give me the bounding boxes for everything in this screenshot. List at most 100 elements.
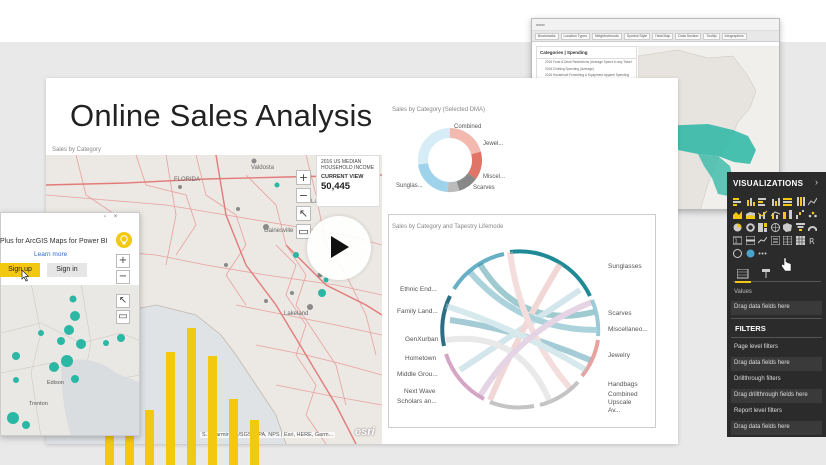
ribbon-tab[interactable]: Infographics <box>721 33 747 40</box>
donut-label-combined: Combined <box>454 124 482 130</box>
ribbon-tab[interactable]: Tooltip <box>703 33 720 40</box>
clustered-column-icon[interactable] <box>771 197 780 206</box>
table-icon[interactable] <box>783 236 792 245</box>
browser-address-bar[interactable]: www <box>532 19 779 31</box>
categories-panel-title: Categories | Spending <box>537 47 636 59</box>
chord-left-label: Ethnic End... <box>400 286 437 293</box>
report-filters-drop-zone[interactable]: Drag data fields here <box>731 421 822 435</box>
donut-label-jewelry: Jewel... <box>483 141 504 147</box>
map-toolbar: + − ↖ ▭ <box>296 170 313 239</box>
zoom-in-button[interactable]: + <box>296 170 311 185</box>
line-stacked-icon[interactable] <box>770 210 780 219</box>
zoom-out-button[interactable]: − <box>116 270 130 284</box>
zoom-in-button[interactable]: + <box>116 254 130 268</box>
chord-left-label: Middle Grou... <box>397 371 438 378</box>
map-visual-title: Sales by Category <box>52 147 102 153</box>
learn-more-link[interactable]: Learn more <box>34 251 67 258</box>
divider <box>731 318 822 319</box>
chord-right-label: Miscellaneo... <box>608 326 648 333</box>
median-card-title: 2016 US MEDIAN HOUSEHOLD INCOME <box>321 159 375 171</box>
ribbon-tab[interactable]: Symbol Style <box>623 33 651 40</box>
chord-right-label: Handbags <box>608 381 638 388</box>
chord-left-label: Scholars an... <box>397 398 437 405</box>
svg-text:R: R <box>809 237 815 245</box>
more-visuals-icon[interactable] <box>758 249 767 258</box>
select-tool-button[interactable]: ↖ <box>296 206 311 221</box>
matrix-icon[interactable] <box>795 236 805 245</box>
page-filters-drop-zone[interactable]: Drag data fields here <box>731 357 822 371</box>
ribbon-chart-icon[interactable] <box>783 210 792 219</box>
svg-text:1: 1 <box>735 239 738 245</box>
waterfall-icon[interactable] <box>795 210 805 219</box>
city-label: Edison <box>47 380 64 386</box>
city-label: Lakeland <box>284 311 308 317</box>
stacked-column-icon[interactable] <box>746 197 755 206</box>
map-icon[interactable] <box>770 223 780 232</box>
stacked-area-icon[interactable] <box>745 210 755 219</box>
kpi-icon[interactable] <box>758 236 767 245</box>
values-drop-zone[interactable]: Drag data fields here <box>731 301 822 315</box>
divider <box>731 337 822 338</box>
slicer-icon[interactable] <box>770 236 780 245</box>
chord-right-label: Sunglasses <box>608 263 642 270</box>
lasso-tool-button[interactable]: ▭ <box>116 310 130 324</box>
address-text: www <box>536 22 545 27</box>
median-card-value: 50,445 <box>321 181 351 192</box>
chord-left-label: Family Land... <box>397 308 438 315</box>
ribbon-tab[interactable]: Neighborhoods <box>592 33 622 40</box>
arcgis-icon[interactable] <box>746 249 755 258</box>
esri-logo: esri <box>355 426 375 438</box>
chord-diagram[interactable] <box>430 240 610 420</box>
clustered-bar-icon[interactable] <box>758 197 767 206</box>
card-icon[interactable]: 1 <box>733 236 742 245</box>
play-icon <box>331 236 349 258</box>
browser-ribbon: Bookmarks Location Types Neighborhoods S… <box>532 31 779 42</box>
donut-label-sunglasses: Sunglas... <box>396 183 423 189</box>
donut-label-misc: Miscel... <box>483 174 506 180</box>
city-label: Valdosta <box>251 165 275 171</box>
report-filters-label: Report level filters <box>734 408 783 414</box>
fields-icon[interactable] <box>737 269 749 279</box>
chord-visual-title: Sales by Category and Tapestry Lifemode <box>392 224 504 230</box>
signin-button[interactable]: Sign in <box>47 263 87 277</box>
chord-left-label: GenXurban <box>405 336 439 343</box>
stacked-bar-icon[interactable] <box>733 197 742 206</box>
ribbon-tab[interactable]: Location Types <box>560 33 590 40</box>
ribbon-tab[interactable]: Heat Map <box>652 33 674 40</box>
funnel-icon[interactable] <box>795 223 805 232</box>
select-tool-button[interactable]: ↖ <box>116 294 130 308</box>
zoom-out-button[interactable]: − <box>296 188 311 203</box>
filters-header: FILTERS <box>735 324 766 333</box>
donut-icon[interactable] <box>745 223 755 232</box>
scatter-icon[interactable] <box>808 210 817 219</box>
r-script-icon[interactable]: R <box>808 236 817 245</box>
line-chart-icon[interactable] <box>808 197 817 206</box>
viz-tabs <box>733 268 821 283</box>
lightbulb-icon[interactable] <box>116 232 132 248</box>
100-bar-icon[interactable] <box>783 197 792 206</box>
globe-icon[interactable] <box>733 249 742 258</box>
city-label: Trenton <box>29 401 48 407</box>
format-paint-roller-icon[interactable] <box>761 269 773 279</box>
ribbon-tab[interactable]: Bookmarks <box>535 33 559 40</box>
values-label: Values <box>734 289 752 295</box>
video-play-button[interactable] <box>307 216 371 280</box>
pie-chart-icon[interactable] <box>733 223 742 232</box>
median-card-view-label: CURRENT VIEW <box>321 174 364 180</box>
drillthrough-drop-zone[interactable]: Drag drillthrough fields here <box>731 389 822 403</box>
median-income-card: 2016 US MEDIAN HOUSEHOLD INCOME CURRENT … <box>316 155 380 207</box>
visualizations-header: VISUALIZATIONS <box>733 179 804 188</box>
gauge-icon[interactable] <box>808 223 817 232</box>
ribbon-tab[interactable]: Data Section <box>675 33 702 40</box>
popup-window-controls[interactable]: ▫ × <box>104 214 120 220</box>
multi-row-card-icon[interactable] <box>745 236 755 245</box>
chevron-right-icon[interactable]: › <box>815 177 818 187</box>
line-column-icon[interactable] <box>758 210 767 219</box>
area-chart-icon[interactable] <box>733 210 742 219</box>
report-title: Online Sales Analysis <box>70 98 373 133</box>
100-column-icon[interactable] <box>796 197 805 206</box>
filled-map-icon[interactable] <box>783 223 792 232</box>
cursor-icon <box>21 270 30 282</box>
treemap-icon[interactable] <box>758 223 767 232</box>
city-label: FLORIDA <box>174 177 200 183</box>
